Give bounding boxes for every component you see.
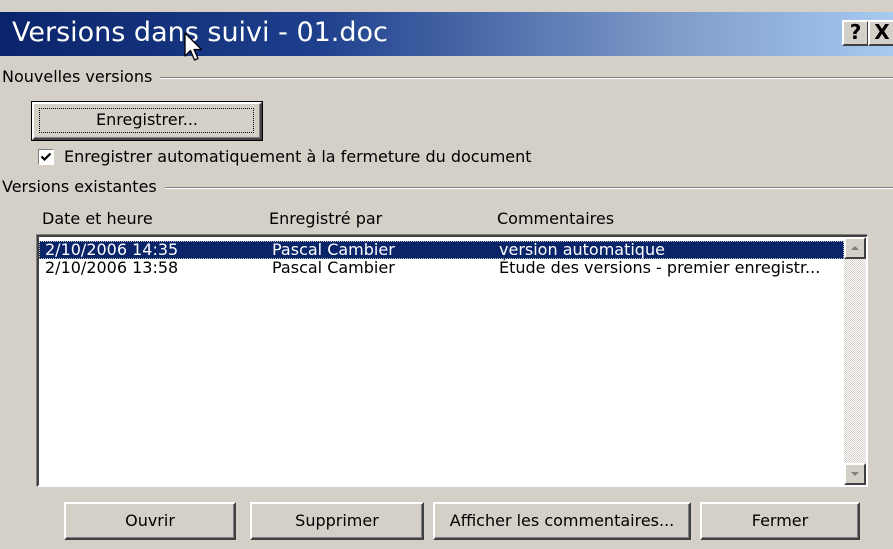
new-versions-label: Nouvelles versions: [2, 66, 161, 88]
save-version-label: Enregistrer...: [96, 110, 198, 129]
versions-dialog: Versions dans suivi - 01.doc ? X Nouvell…: [0, 0, 893, 549]
title-bar[interactable]: Versions dans suivi - 01.doc ? X: [0, 12, 893, 56]
close-label: Fermer: [751, 511, 809, 530]
checkmark-icon: [40, 152, 52, 162]
table-row[interactable]: 2/10/2006 14:35 Pascal Cambier version a…: [39, 241, 844, 259]
arrow-down-icon: [851, 472, 859, 476]
autosave-label[interactable]: Enregistrer automatiquement à la fermetu…: [64, 147, 532, 167]
scroll-down-button[interactable]: [844, 463, 866, 485]
view-comments-button[interactable]: Afficher les commentaires...: [433, 502, 691, 540]
open-label: Ouvrir: [125, 511, 175, 530]
open-button[interactable]: Ouvrir: [64, 502, 236, 540]
new-versions-group-header: Nouvelles versions: [2, 66, 893, 88]
view-comments-label: Afficher les commentaires...: [449, 511, 675, 530]
window-title: Versions dans suivi - 01.doc: [12, 17, 388, 48]
save-version-button[interactable]: Enregistrer...: [31, 101, 263, 141]
row-date: 2/10/2006 13:58: [45, 259, 179, 277]
row-comment: Étude des versions - premier enregistr..…: [499, 259, 821, 277]
column-header-date: Date et heure: [42, 209, 153, 228]
table-row[interactable]: 2/10/2006 13:58 Pascal Cambier Étude des…: [39, 259, 844, 277]
vertical-scrollbar[interactable]: [844, 237, 866, 485]
row-comment: version automatique: [499, 241, 665, 259]
help-button[interactable]: ?: [842, 20, 869, 46]
versions-list[interactable]: 2/10/2006 14:35 Pascal Cambier version a…: [37, 235, 868, 487]
row-author: Pascal Cambier: [272, 241, 395, 259]
close-button[interactable]: Fermer: [700, 502, 860, 540]
existing-versions-label: Versions existantes: [2, 176, 165, 198]
column-header-author: Enregistré par: [269, 209, 383, 228]
autosave-checkbox[interactable]: [38, 149, 54, 165]
close-window-button[interactable]: X: [868, 20, 893, 46]
existing-versions-group-header: Versions existantes: [2, 176, 893, 198]
scroll-up-button[interactable]: [844, 237, 866, 259]
row-date: 2/10/2006 14:35: [45, 241, 179, 259]
column-header-comments: Commentaires: [497, 209, 615, 228]
delete-button[interactable]: Supprimer: [250, 502, 424, 540]
arrow-up-icon: [851, 246, 859, 250]
delete-label: Supprimer: [295, 511, 379, 530]
row-author: Pascal Cambier: [272, 259, 395, 277]
